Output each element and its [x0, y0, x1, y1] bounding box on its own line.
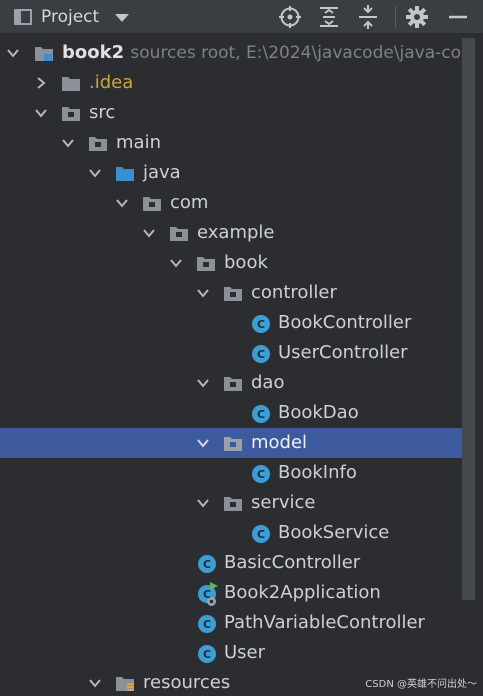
- tree-label-resources: resources: [143, 672, 231, 693]
- tree-row-bookservice[interactable]: C BookService: [0, 518, 462, 548]
- source-folder-icon: [116, 167, 134, 181]
- tree-label-book: book: [224, 252, 268, 273]
- tree-row-user[interactable]: C User: [0, 638, 462, 668]
- tree-row-controller[interactable]: controller: [0, 278, 462, 308]
- package-folder-icon: [197, 257, 215, 271]
- tree-row-bookdao[interactable]: C BookDao: [0, 398, 462, 428]
- package-folder-icon: [143, 197, 161, 211]
- root-path-text: sources root, E:\2024\javacode\java-code: [130, 43, 462, 63]
- crosshair-icon[interactable]: [278, 5, 302, 29]
- chevron-down-icon[interactable]: [169, 256, 183, 270]
- project-toolbar: Project: [0, 0, 483, 34]
- tree-row-java[interactable]: java: [0, 158, 462, 188]
- class-icon: C: [252, 405, 270, 423]
- package-folder-icon: [224, 497, 242, 511]
- class-icon: C: [252, 525, 270, 543]
- project-icon: [14, 9, 32, 25]
- tree-row-pathvariablecontroller[interactable]: C PathVariableController: [0, 608, 462, 638]
- chevron-down-icon[interactable]: [6, 46, 20, 60]
- class-icon: C: [198, 645, 216, 663]
- tree-label-bookcontroller: BookController: [278, 312, 412, 333]
- tree-row-basiccontroller[interactable]: C BasicController: [0, 548, 462, 578]
- chevron-down-icon[interactable]: [196, 436, 210, 450]
- tree-label-model: model: [251, 432, 308, 453]
- module-folder-icon: [35, 47, 53, 61]
- chevron-down-icon[interactable]: [88, 166, 102, 180]
- tree-label-book2: book2 sources root, E:\2024\javacode\jav…: [62, 42, 462, 63]
- tree-label-usercontroller: UserController: [278, 342, 408, 363]
- tree-label-com: com: [170, 192, 209, 213]
- tree-label-idea: .idea: [89, 72, 134, 93]
- tree-label-java: java: [143, 162, 181, 183]
- tree-label-bookdao: BookDao: [278, 402, 359, 423]
- chevron-down-icon: [115, 14, 130, 22]
- project-title: Project: [41, 7, 100, 27]
- tree-row-example[interactable]: example: [0, 218, 462, 248]
- package-folder-icon: [62, 107, 80, 121]
- class-icon: C: [252, 315, 270, 333]
- vertical-scrollbar[interactable]: [462, 38, 475, 600]
- tree-label-book2application: Book2Application: [224, 582, 381, 603]
- chevron-down-icon[interactable]: [196, 496, 210, 510]
- folder-icon: [62, 77, 80, 91]
- collapse-all-icon[interactable]: [356, 5, 380, 29]
- tree-label-user: User: [224, 642, 266, 663]
- tree-label-pathvariablecontroller: PathVariableController: [224, 612, 425, 633]
- class-icon: C: [198, 615, 216, 633]
- package-folder-icon: [224, 437, 242, 451]
- class-icon: C: [198, 555, 216, 573]
- tree-row-bookcontroller[interactable]: C BookController: [0, 308, 462, 338]
- run-marker-icon: [210, 582, 218, 590]
- tree-label-dao: dao: [251, 372, 285, 393]
- expand-all-icon[interactable]: [317, 5, 341, 29]
- class-icon: C: [252, 465, 270, 483]
- tree-row-idea[interactable]: .idea: [0, 68, 462, 98]
- chevron-down-icon[interactable]: [196, 286, 210, 300]
- chevron-down-icon[interactable]: [88, 676, 102, 690]
- watermark-text: CSDN @英雄不问出处～: [365, 679, 477, 690]
- chevron-down-icon[interactable]: [115, 196, 129, 210]
- tree-row-bookinfo[interactable]: C BookInfo: [0, 458, 462, 488]
- project-tree: book2 sources root, E:\2024\javacode\jav…: [0, 38, 462, 696]
- gear-badge-icon: [207, 597, 216, 606]
- tree-row-src[interactable]: src: [0, 98, 462, 128]
- tree-row-usercontroller[interactable]: C UserController: [0, 338, 462, 368]
- tree-label-bookinfo: BookInfo: [278, 462, 357, 483]
- tree-row-book[interactable]: book: [0, 248, 462, 278]
- package-folder-icon: [89, 137, 107, 151]
- tree-label-controller: controller: [251, 282, 337, 303]
- tree-row-model[interactable]: model: [0, 428, 462, 458]
- tree-label-src: src: [89, 102, 116, 123]
- chevron-right-icon[interactable]: [34, 76, 48, 90]
- gear-icon[interactable]: [405, 5, 429, 29]
- tree-row-main[interactable]: main: [0, 128, 462, 158]
- tree-row-book2[interactable]: book2 sources root, E:\2024\javacode\jav…: [0, 38, 462, 68]
- package-folder-icon: [224, 377, 242, 391]
- resources-folder-icon: [116, 677, 134, 691]
- package-folder-icon: [224, 287, 242, 301]
- package-folder-icon: [170, 227, 188, 241]
- project-view-selector[interactable]: Project: [14, 0, 130, 34]
- tree-row-book2application[interactable]: C Book2Application: [0, 578, 462, 608]
- hide-icon[interactable]: [446, 5, 470, 29]
- tree-row-com[interactable]: com: [0, 188, 462, 218]
- tree-label-example: example: [197, 222, 275, 243]
- tree-label-service: service: [251, 492, 316, 513]
- tree-label-main: main: [116, 132, 161, 153]
- tree-label-bookservice: BookService: [278, 522, 390, 543]
- chevron-down-icon[interactable]: [61, 136, 75, 150]
- chevron-down-icon[interactable]: [142, 226, 156, 240]
- tree-row-service[interactable]: service: [0, 488, 462, 518]
- chevron-down-icon[interactable]: [196, 376, 210, 390]
- tree-label-basiccontroller: BasicController: [224, 552, 361, 573]
- chevron-down-icon[interactable]: [34, 106, 48, 120]
- class-icon: C: [252, 345, 270, 363]
- tree-row-dao[interactable]: dao: [0, 368, 462, 398]
- toolbar-separator: [395, 6, 396, 28]
